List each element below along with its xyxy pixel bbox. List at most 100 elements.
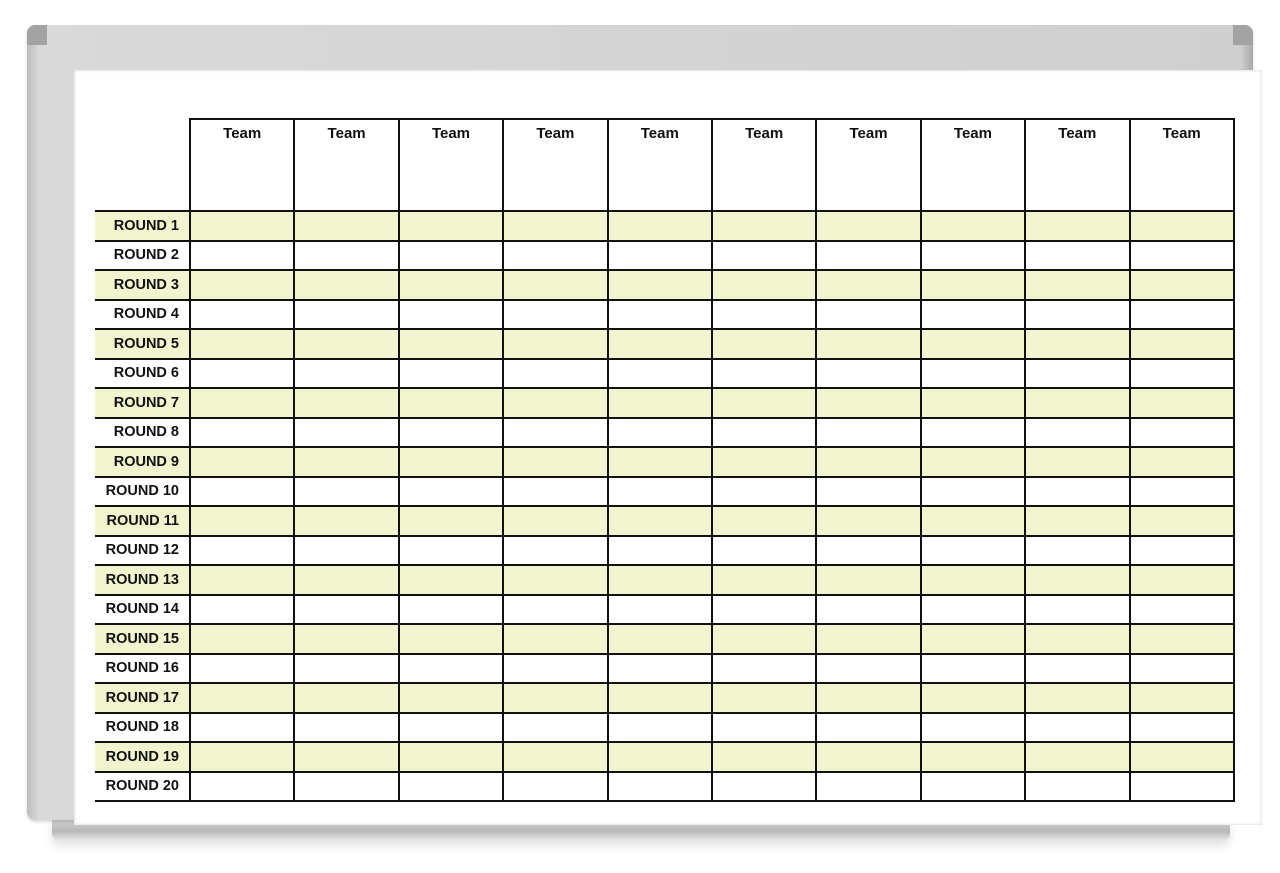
round-row: ROUND 17 xyxy=(95,682,1235,714)
score-cell xyxy=(606,623,713,655)
score-cell xyxy=(397,387,505,419)
score-cell xyxy=(710,328,818,360)
score-cell xyxy=(815,711,922,743)
score-cell xyxy=(1024,770,1131,802)
frame-corner xyxy=(1233,25,1253,45)
round-label: ROUND 4 xyxy=(95,298,191,330)
frame-corner xyxy=(27,25,47,45)
score-cell xyxy=(293,505,400,537)
score-cell xyxy=(397,682,505,714)
score-cell xyxy=(710,475,818,507)
score-cell xyxy=(293,682,400,714)
round-row: ROUND 8 xyxy=(95,416,1235,448)
score-cell xyxy=(1024,416,1131,448)
score-cell xyxy=(502,446,609,478)
score-cell xyxy=(502,210,609,242)
score-cell xyxy=(919,593,1027,625)
round-label: ROUND 6 xyxy=(95,357,191,389)
score-cell xyxy=(397,652,505,684)
score-cell xyxy=(293,652,400,684)
score-cell xyxy=(710,239,818,271)
score-cell xyxy=(1024,741,1131,773)
score-cell xyxy=(815,446,922,478)
score-cell xyxy=(502,269,609,301)
score-cell xyxy=(710,269,818,301)
score-cell xyxy=(919,534,1027,566)
score-cell xyxy=(188,505,296,537)
score-cell xyxy=(293,475,400,507)
score-cell xyxy=(1128,298,1235,330)
score-cell xyxy=(188,682,296,714)
score-cell xyxy=(710,741,818,773)
score-cell xyxy=(188,357,296,389)
score-cell xyxy=(293,564,400,596)
round-label: ROUND 16 xyxy=(95,652,191,684)
score-cell xyxy=(188,741,296,773)
score-cell xyxy=(710,593,818,625)
score-cell xyxy=(293,416,400,448)
score-cell xyxy=(502,387,609,419)
score-cell xyxy=(502,534,609,566)
round-row: ROUND 3 xyxy=(95,269,1235,301)
score-cell xyxy=(919,328,1027,360)
round-row: ROUND 13 xyxy=(95,564,1235,596)
round-label: ROUND 5 xyxy=(95,328,191,360)
score-cell xyxy=(919,269,1027,301)
score-cell xyxy=(919,711,1027,743)
score-cell xyxy=(397,298,505,330)
score-cell xyxy=(710,652,818,684)
score-cell xyxy=(502,505,609,537)
score-cell xyxy=(293,623,400,655)
round-label: ROUND 15 xyxy=(95,623,191,655)
score-cell xyxy=(293,269,400,301)
score-cell xyxy=(1128,564,1235,596)
score-cell xyxy=(293,210,400,242)
score-cell xyxy=(502,475,609,507)
score-cell xyxy=(919,475,1027,507)
column-header-team: Team xyxy=(502,118,609,212)
score-cell xyxy=(293,387,400,419)
score-cell xyxy=(397,210,505,242)
score-cell xyxy=(1128,475,1235,507)
score-cell xyxy=(815,210,922,242)
score-cell xyxy=(919,357,1027,389)
score-cell xyxy=(188,652,296,684)
score-cell xyxy=(397,357,505,389)
score-cell xyxy=(1024,328,1131,360)
column-header-team: Team xyxy=(188,118,296,212)
score-cell xyxy=(606,357,713,389)
round-row: ROUND 9 xyxy=(95,446,1235,478)
score-cell xyxy=(188,387,296,419)
score-cell xyxy=(293,770,400,802)
round-row: ROUND 19 xyxy=(95,741,1235,773)
score-cell xyxy=(502,416,609,448)
score-cell xyxy=(1128,770,1235,802)
score-cell xyxy=(293,593,400,625)
score-cell xyxy=(397,564,505,596)
round-label: ROUND 10 xyxy=(95,475,191,507)
score-cell xyxy=(1128,623,1235,655)
score-cell xyxy=(919,446,1027,478)
score-cell xyxy=(815,652,922,684)
score-cell xyxy=(815,387,922,419)
column-header-team: Team xyxy=(606,118,713,212)
score-cell xyxy=(919,770,1027,802)
score-cell xyxy=(188,269,296,301)
round-row: ROUND 2 xyxy=(95,239,1235,271)
score-cell xyxy=(397,475,505,507)
score-cell xyxy=(397,711,505,743)
score-cell xyxy=(815,534,922,566)
score-cell xyxy=(815,416,922,448)
score-cell xyxy=(815,357,922,389)
score-cell xyxy=(1024,652,1131,684)
round-row: ROUND 20 xyxy=(95,770,1235,802)
score-cell xyxy=(1128,711,1235,743)
score-cell xyxy=(1128,210,1235,242)
score-cell xyxy=(293,711,400,743)
score-cell xyxy=(1024,210,1131,242)
score-cell xyxy=(606,387,713,419)
score-cell xyxy=(606,328,713,360)
score-cell xyxy=(1024,593,1131,625)
score-cell xyxy=(919,416,1027,448)
score-cell xyxy=(606,564,713,596)
